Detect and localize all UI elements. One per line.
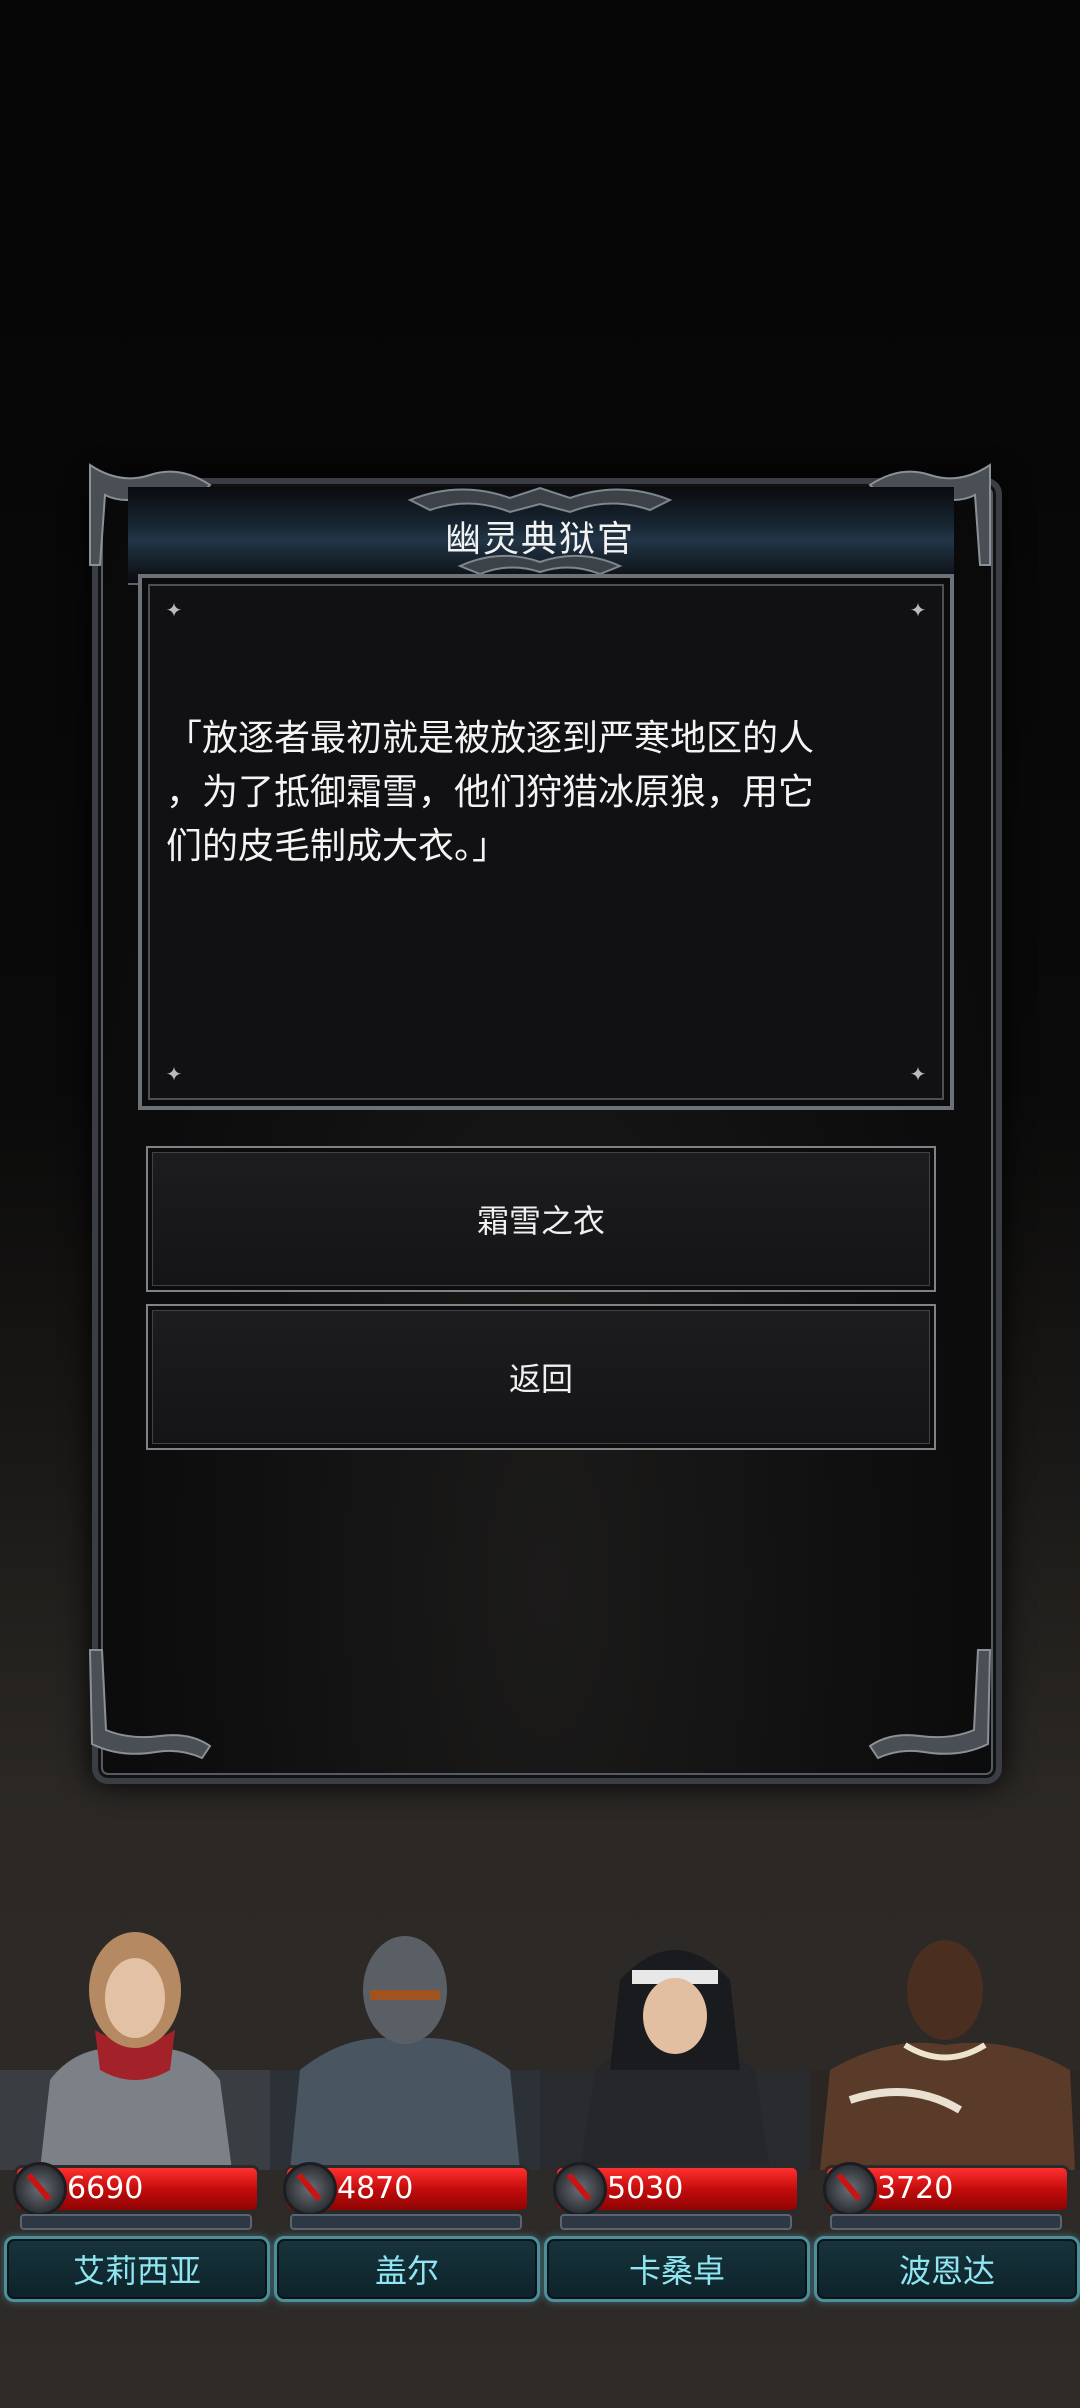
hp-value: 3720 [877,2171,954,2206]
sparkle-icon: ✦ [909,1062,927,1086]
hp-value: 5030 [607,2171,684,2206]
hp-value: 6690 [67,2171,144,2206]
party-member-cassandra[interactable]: 5030 卡桑卓 [540,1920,810,2302]
choice-return-button[interactable]: 返回 [146,1304,936,1450]
member-name: 波恩达 [814,2236,1080,2302]
sparkle-icon: ✦ [165,1062,183,1086]
member-name: 卡桑卓 [544,2236,810,2302]
mp-bar [830,2214,1062,2230]
hp-value: 4870 [337,2171,414,2206]
dialog-text-line: ，为了抵御霜雪，他们狩猎冰原狼，用它 [166,772,815,813]
party-member-gale[interactable]: 4870 盖尔 [270,1920,540,2302]
party-bar: 6690 艾莉西亚 4870 盖尔 5030 卡桑卓 3720 波恩达 [0,1920,1080,2302]
sword-icon [283,2162,337,2216]
hp-bar: 6690 [13,2162,260,2216]
sword-icon [823,2162,877,2216]
mp-bar [290,2214,522,2230]
bonda-portrait-icon [810,1940,1080,2170]
party-member-alicia[interactable]: 6690 艾莉西亚 [0,1920,270,2302]
cassandra-portrait-icon [540,1950,810,2170]
sparkle-icon: ✦ [165,598,183,622]
speaker-title: 幽灵典狱官 [444,519,635,560]
member-name: 艾莉西亚 [4,2236,270,2302]
member-name: 盖尔 [274,2236,540,2302]
sword-icon [553,2162,607,2216]
party-member-bonda[interactable]: 3720 波恩达 [810,1920,1080,2302]
dialog-text: 「放逐者最初就是被放逐到严寒地区的人 ，为了抵御霜雪，他们狩猎冰原狼，用它 们的… [166,712,906,874]
sword-icon [13,2162,67,2216]
sparkle-icon: ✦ [909,598,927,622]
hp-bar: 5030 [553,2162,800,2216]
gale-portrait-icon [270,1936,540,2170]
hp-bar: 4870 [283,2162,530,2216]
alicia-portrait-icon [0,1932,270,2170]
bottom-right-ornament-icon [868,1649,992,1760]
mp-bar [20,2214,252,2230]
choice-frost-coat-button[interactable]: 霜雪之衣 [146,1146,936,1292]
mp-bar [560,2214,792,2230]
hp-bar: 3720 [823,2162,1070,2216]
dialog-text-line: 们的皮毛制成大衣。」 [166,826,509,867]
dialog-text-line: 「放逐者最初就是被放逐到严寒地区的人 [166,718,815,759]
bottom-left-ornament-icon [88,1649,212,1760]
